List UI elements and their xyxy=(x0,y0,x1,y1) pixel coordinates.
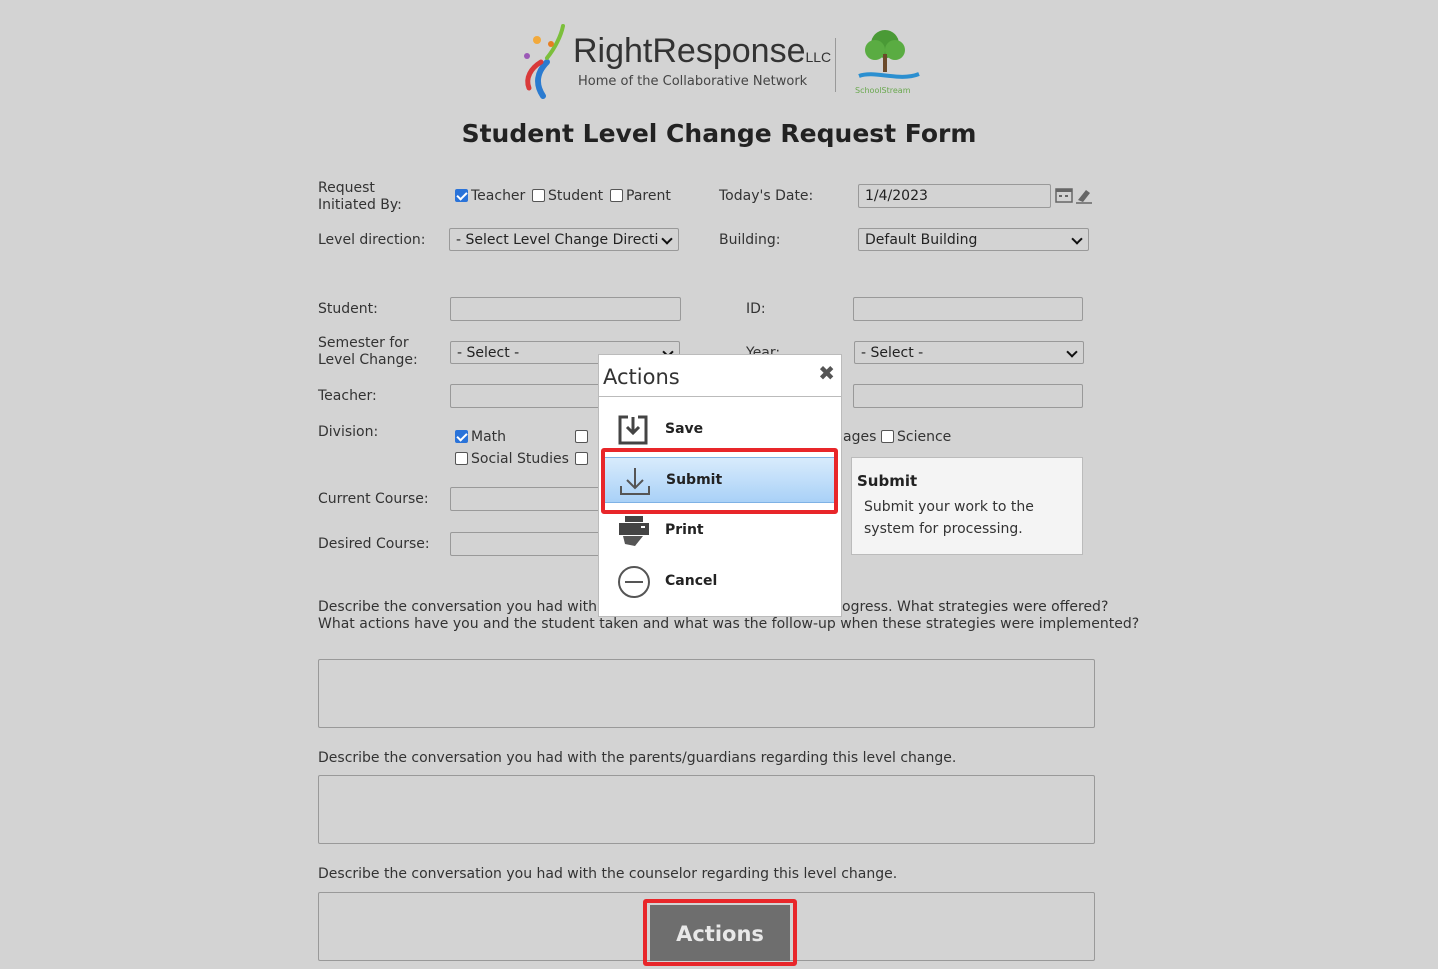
question-2: Describe the conversation you had with t… xyxy=(318,750,957,766)
answer-1-textarea[interactable] xyxy=(318,659,1095,728)
question-1-line-1b: ogress. What strategies were offered? xyxy=(842,599,1109,615)
tooltip-body: Submit your work to the system for proce… xyxy=(864,499,1034,537)
level-direction-label: Level direction: xyxy=(318,232,426,248)
checkbox-division-other-2[interactable] xyxy=(575,451,591,467)
brand-name: RightResponseLLC xyxy=(573,32,832,70)
division-label: Division: xyxy=(318,424,379,440)
page-title: Student Level Change Request Form xyxy=(461,119,977,148)
eraser-icon[interactable] xyxy=(1075,186,1093,204)
checkbox-student[interactable]: Student xyxy=(532,188,603,204)
checkbox-languages[interactable]: ages xyxy=(843,429,876,445)
current-course-input[interactable] xyxy=(450,487,610,511)
menu-item-save[interactable]: Save xyxy=(603,407,835,453)
schoolstream-label: SchoolStream xyxy=(855,86,911,95)
checkbox-science[interactable]: Science xyxy=(881,429,951,445)
teacher-label: Teacher: xyxy=(318,388,377,404)
save-icon xyxy=(618,415,648,445)
desired-course-label: Desired Course: xyxy=(318,536,430,552)
logo-divider xyxy=(835,38,836,92)
checkbox-social-studies[interactable]: Social Studies xyxy=(455,451,569,467)
building-label: Building: xyxy=(719,232,781,248)
current-course-label: Current Course: xyxy=(318,491,429,507)
popup-divider xyxy=(599,396,841,397)
submit-item-highlight xyxy=(601,448,838,514)
submit-tooltip: Submit Submit your work to the system fo… xyxy=(851,457,1083,555)
question-3: Describe the conversation you had with t… xyxy=(318,866,898,882)
checkbox-division-other[interactable] xyxy=(575,429,591,445)
building-select[interactable]: Default Building xyxy=(858,228,1089,251)
menu-item-cancel[interactable]: Cancel xyxy=(603,559,835,605)
question-1-line-1a: Describe the conversation you had with xyxy=(318,599,598,615)
year-select[interactable]: - Select - xyxy=(854,341,1084,364)
menu-item-label: Save xyxy=(665,421,704,437)
menu-item-label: Print xyxy=(665,522,704,538)
todays-date-label: Today's Date: xyxy=(719,188,814,204)
semester-label: Semester for Level Change: xyxy=(318,335,418,368)
desired-course-input[interactable] xyxy=(450,532,610,556)
level-direction-select[interactable]: - Select Level Change Directi xyxy=(449,228,679,251)
rightresponse-logo-icon xyxy=(524,24,565,99)
cancel-circle-icon xyxy=(618,566,650,598)
id-label: ID: xyxy=(746,301,766,317)
request-initiated-label: Request Initiated By: xyxy=(318,180,402,213)
printer-icon xyxy=(619,516,649,546)
question-1-line-2: What actions have you and the student ta… xyxy=(318,616,1140,632)
answer-2-textarea[interactable] xyxy=(318,775,1095,844)
student-label: Student: xyxy=(318,301,378,317)
schoolstream-tree-icon xyxy=(858,30,920,79)
calendar-icon[interactable] xyxy=(1055,187,1073,203)
close-icon[interactable]: ✖ xyxy=(818,361,835,385)
checkbox-math[interactable]: Math xyxy=(455,429,506,445)
menu-item-print[interactable]: Print xyxy=(603,508,835,554)
actions-button-highlight xyxy=(643,899,797,966)
popup-title: Actions xyxy=(603,365,680,389)
teacher-secondary-input[interactable] xyxy=(853,384,1083,408)
menu-item-label: Cancel xyxy=(665,573,718,589)
tooltip-title: Submit xyxy=(857,472,918,490)
student-input[interactable] xyxy=(450,297,681,321)
checkbox-parent[interactable]: Parent xyxy=(610,188,671,204)
checkbox-teacher[interactable]: Teacher xyxy=(455,188,525,204)
id-input[interactable] xyxy=(853,297,1083,321)
brand-tagline: Home of the Collaborative Network xyxy=(578,74,808,89)
header-logo: RightResponseLLC Home of the Collaborati… xyxy=(515,20,925,100)
todays-date-input[interactable]: 1/4/2023 xyxy=(858,184,1051,208)
